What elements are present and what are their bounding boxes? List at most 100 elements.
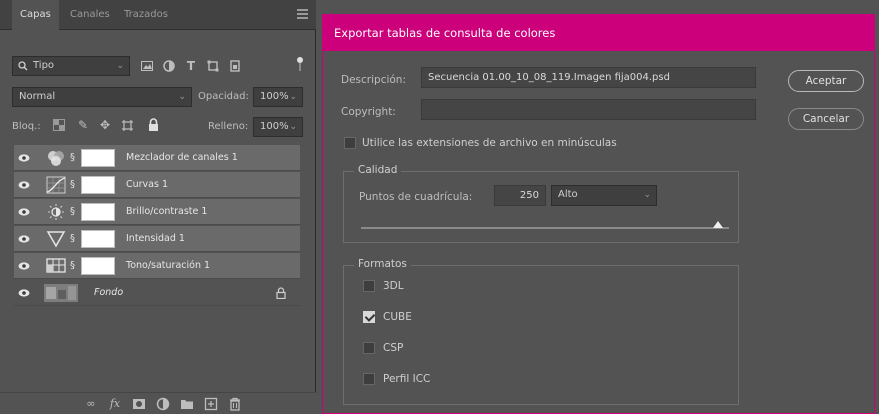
adjustment-layer-icon[interactable] xyxy=(156,397,170,411)
copyright-input[interactable] xyxy=(421,99,756,120)
layer-name: Intensidad 1 xyxy=(126,233,185,244)
lock-artboard-icon[interactable] xyxy=(121,119,134,132)
dialog-title: Exportar tablas de consulta de colores xyxy=(334,26,556,40)
link-chain-icon: § xyxy=(70,260,75,271)
filter-smart-object-icon[interactable] xyxy=(228,59,242,73)
visibility-eye-icon[interactable] xyxy=(18,287,30,299)
lock-position-icon[interactable]: ✥ xyxy=(98,118,112,132)
layer-row-vibrance[interactable]: § Intensidad 1 xyxy=(14,226,300,252)
visibility-eye-icon[interactable] xyxy=(18,260,30,272)
link-chain-icon: § xyxy=(70,233,75,244)
filter-pixel-icon[interactable] xyxy=(140,59,154,73)
layer-name: Tono/saturación 1 xyxy=(126,260,211,271)
layers-bottom-bar: ∞ fx xyxy=(0,392,316,414)
hue-saturation-icon xyxy=(46,258,66,273)
group-folder-icon[interactable] xyxy=(180,397,194,411)
layers-panel: Capas Canales Trazados Tipo ⌄ T Normal ⌄… xyxy=(0,0,316,414)
filter-kind-value: Tipo xyxy=(33,60,55,71)
layer-name: Brillo/contraste 1 xyxy=(126,206,208,217)
layer-mask-thumbnail[interactable] xyxy=(81,149,115,167)
export-color-lookup-dialog: Exportar tablas de consulta de colores D… xyxy=(322,14,875,414)
dialog-titlebar[interactable]: Exportar tablas de consulta de colores xyxy=(323,15,874,51)
filter-type-icon[interactable]: T xyxy=(184,59,198,73)
quality-slider-track[interactable] xyxy=(361,227,729,229)
filter-toggle-switch[interactable] xyxy=(297,57,303,73)
lowercase-extensions-checkbox[interactable] xyxy=(344,137,356,149)
tab-canales[interactable]: Canales xyxy=(62,0,118,30)
accept-button[interactable]: Aceptar xyxy=(788,70,864,92)
layer-filter-select[interactable]: Tipo ⌄ xyxy=(12,56,130,76)
layer-row-curves[interactable]: § Curvas 1 xyxy=(14,172,300,198)
chevron-down-icon: ⌄ xyxy=(643,190,651,200)
add-mask-icon[interactable] xyxy=(132,397,146,411)
fill-value: 100% xyxy=(260,121,289,132)
new-layer-icon[interactable] xyxy=(204,397,218,411)
lowercase-extensions-label: Utilice las extensiones de archivo en mi… xyxy=(362,137,617,149)
grid-points-label: Puntos de cuadrícula: xyxy=(359,191,473,203)
layer-row-background[interactable]: Fondo xyxy=(14,280,300,306)
opacity-value: 100% xyxy=(260,91,289,102)
format-3dl-checkbox[interactable] xyxy=(363,280,375,292)
grid-points-input[interactable]: 250 xyxy=(494,185,546,206)
quality-slider-thumb[interactable] xyxy=(712,221,723,228)
opacity-input[interactable]: 100% ⌄ xyxy=(253,87,303,107)
channel-mixer-icon xyxy=(48,151,64,166)
visibility-eye-icon[interactable] xyxy=(18,179,30,191)
quality-level-value: Alto xyxy=(558,189,578,200)
link-chain-icon: § xyxy=(70,179,75,190)
tab-capas[interactable]: Capas xyxy=(12,0,59,30)
tab-trazados[interactable]: Trazados xyxy=(116,0,176,30)
chevron-down-icon: ⌄ xyxy=(178,92,186,102)
format-cube-label: CUBE xyxy=(383,311,412,323)
formats-group-title: Formatos xyxy=(354,258,411,270)
quality-group xyxy=(343,171,739,243)
filter-shape-icon[interactable] xyxy=(206,59,220,73)
fill-input[interactable]: 100% ⌄ xyxy=(253,117,303,137)
format-icc-label: Perfil ICC xyxy=(383,373,431,385)
layer-row-brightness-contrast[interactable]: § Brillo/contraste 1 xyxy=(14,199,300,225)
visibility-eye-icon[interactable] xyxy=(18,233,30,245)
layer-name: Mezclador de canales 1 xyxy=(126,152,238,163)
panel-tabbar: Capas Canales Trazados xyxy=(0,0,316,30)
blend-mode-value: Normal xyxy=(19,91,56,102)
lock-transparent-pixels-icon[interactable] xyxy=(53,119,65,131)
layer-mask-thumbnail[interactable] xyxy=(81,176,115,194)
format-csp-checkbox[interactable] xyxy=(363,342,375,354)
filter-adjustment-icon[interactable] xyxy=(162,59,176,73)
chevron-down-icon: ⌄ xyxy=(289,122,297,132)
description-label: Descripción: xyxy=(341,74,406,86)
layer-mask-thumbnail[interactable] xyxy=(81,230,115,248)
format-icc-checkbox[interactable] xyxy=(363,373,375,385)
search-icon xyxy=(18,61,28,71)
quality-level-select[interactable]: Alto ⌄ xyxy=(551,185,657,206)
trash-icon[interactable] xyxy=(228,397,242,411)
format-3dl-label: 3DL xyxy=(383,280,404,292)
fx-icon[interactable]: fx xyxy=(108,397,122,411)
visibility-eye-icon[interactable] xyxy=(18,206,30,218)
link-chain-icon: § xyxy=(70,152,75,163)
visibility-eye-icon[interactable] xyxy=(18,152,30,164)
vibrance-icon xyxy=(46,231,66,248)
brightness-contrast-icon xyxy=(48,204,64,220)
layer-row-hue-saturation[interactable]: § Tono/saturación 1 xyxy=(14,253,300,279)
cancel-button[interactable]: Cancelar xyxy=(788,108,864,130)
lock-label: Bloq.: xyxy=(12,121,41,132)
link-layers-icon[interactable]: ∞ xyxy=(84,397,98,411)
panel-menu-icon[interactable] xyxy=(297,9,308,19)
format-cube-checkbox[interactable] xyxy=(363,311,375,323)
copyright-label: Copyright: xyxy=(341,106,396,118)
lock-image-pixels-icon[interactable]: ✎ xyxy=(76,118,90,132)
layer-locked-icon xyxy=(276,287,286,299)
layer-mask-thumbnail[interactable] xyxy=(81,257,115,275)
chevron-down-icon: ⌄ xyxy=(289,92,297,102)
format-csp-label: CSP xyxy=(383,342,404,354)
layer-name: Curvas 1 xyxy=(126,179,169,190)
lock-all-icon[interactable] xyxy=(148,118,159,131)
layer-mask-thumbnail[interactable] xyxy=(81,203,115,221)
link-chain-icon: § xyxy=(70,206,75,217)
description-input[interactable]: Secuencia 01.00_10_08_119.Imagen fija004… xyxy=(421,67,756,88)
fill-label: Relleno: xyxy=(208,121,249,132)
curves-icon xyxy=(46,176,66,194)
blend-mode-select[interactable]: Normal ⌄ xyxy=(12,87,192,107)
layer-row-channel-mixer[interactable]: § Mezclador de canales 1 xyxy=(14,145,300,171)
